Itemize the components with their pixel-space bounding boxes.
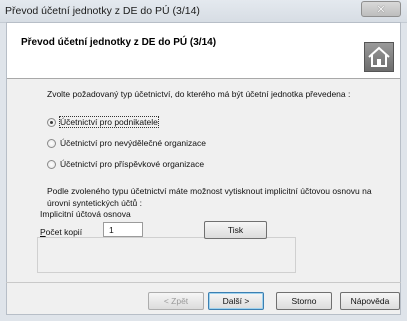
- print-groupbox: [37, 237, 296, 273]
- groupbox-label: Implicitní účtová osnova: [38, 209, 133, 219]
- footer-separator: [6, 282, 401, 283]
- home-icon: [364, 42, 394, 72]
- wizard-client-area: Převod účetní jednotky z DE do PÚ (3/14)…: [6, 22, 401, 315]
- close-button[interactable]: ✕: [361, 1, 401, 17]
- option-label: Účetnictví pro příspěvkové organizace: [60, 159, 205, 169]
- copies-input[interactable]: 1: [103, 222, 143, 237]
- option-podnikatele[interactable]: Účetnictví pro podnikatele: [47, 116, 159, 128]
- next-button[interactable]: Další >: [208, 292, 264, 310]
- back-button[interactable]: < Zpět: [148, 292, 204, 310]
- radio-unchecked-icon[interactable]: [47, 138, 56, 148]
- copies-label-rest: očet kopií: [45, 227, 83, 237]
- radio-unchecked-icon[interactable]: [47, 159, 56, 169]
- note-text-line2: úrovni syntetických účtů :: [47, 198, 142, 208]
- print-button[interactable]: Tisk: [204, 221, 267, 239]
- window-title: Převod účetní jednotky z DE do PÚ (3/14): [5, 5, 200, 17]
- page-title: Převod účetní jednotky z DE do PÚ (3/14): [21, 37, 217, 48]
- option-prispevkove[interactable]: Účetnictví pro příspěvkové organizace: [47, 158, 204, 170]
- help-button[interactable]: Nápověda: [340, 292, 400, 310]
- option-label: Účetnictví pro nevýdělečné organizace: [60, 138, 206, 148]
- option-label: Účetnictví pro podnikatele: [59, 116, 159, 128]
- wizard-window: Převod účetní jednotky z DE do PÚ (3/14)…: [0, 0, 407, 321]
- copies-label: Počet kopií: [40, 227, 82, 237]
- close-icon: ✕: [376, 3, 386, 16]
- instruction-text: Zvolte požadovaný typ účetnictví, do kte…: [47, 89, 351, 99]
- option-nevydelecne[interactable]: Účetnictví pro nevýdělečné organizace: [47, 137, 206, 149]
- title-bar[interactable]: Převod účetní jednotky z DE do PÚ (3/14)…: [0, 0, 407, 23]
- note-text-line1: Podle zvoleného typu účetnictví máte mož…: [47, 186, 372, 196]
- wizard-header: Převod účetní jednotky z DE do PÚ (3/14): [7, 23, 400, 79]
- cancel-button[interactable]: Storno: [276, 292, 332, 310]
- radio-checked-icon[interactable]: [47, 117, 56, 127]
